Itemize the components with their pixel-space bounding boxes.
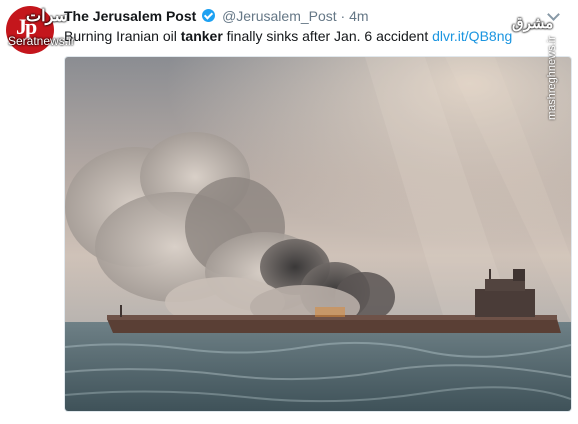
tweet-time[interactable]: 4m <box>349 8 368 24</box>
text-part-2: finally sinks after Jan. 6 accident <box>222 28 433 44</box>
watermark-site: Seratnews.ir <box>8 34 75 48</box>
tweet-photo[interactable] <box>64 56 572 412</box>
verified-badge-icon <box>202 9 216 22</box>
photo-burning-tanker <box>65 57 571 411</box>
text-bold: tanker <box>180 28 223 44</box>
watermark-logo-left: سرات <box>26 8 68 25</box>
watermark-logo-right: مشرق <box>512 15 554 32</box>
tweet-header: The Jerusalem Post @Jerusalem_Post · 4m <box>64 8 369 24</box>
tweet-card[interactable]: Jp سرات Seratnews.ir The Jerusalem Post … <box>0 0 578 424</box>
tweet-link[interactable]: dlvr.it/QB8ng <box>432 28 512 44</box>
text-part-1: Burning Iranian oil <box>64 28 181 44</box>
tweet-text: Burning Iranian oil tanker finally sinks… <box>64 28 512 44</box>
separator: · <box>340 8 346 24</box>
watermark-vertical: mashreghnews.ir <box>546 36 558 120</box>
author-name[interactable]: The Jerusalem Post <box>64 8 196 24</box>
author-handle[interactable]: @Jerusalem_Post <box>222 8 337 24</box>
